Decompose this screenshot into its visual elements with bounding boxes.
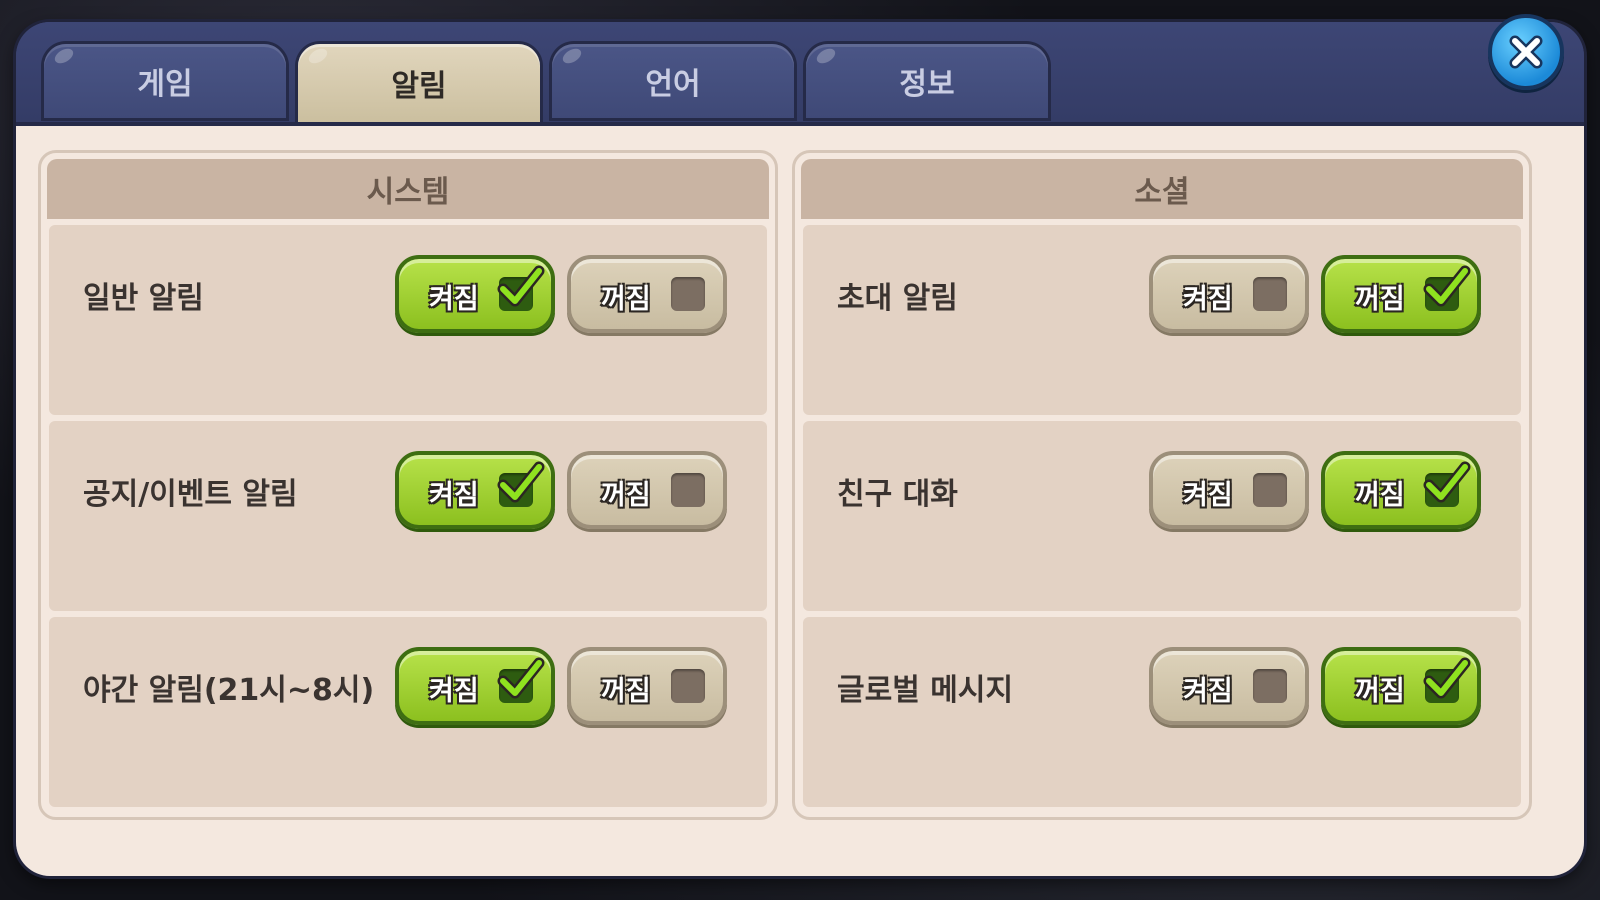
- off-label: 꺼짐: [1355, 480, 1405, 511]
- checkbox-empty: [671, 669, 705, 703]
- on-toggle-button[interactable]: 켜짐: [395, 647, 555, 725]
- on-label: 켜짐: [1183, 676, 1233, 707]
- setting-label: 친구 대화: [837, 477, 958, 512]
- off-toggle-button[interactable]: 꺼짐: [567, 451, 727, 529]
- on-label: 켜짐: [429, 284, 479, 315]
- off-toggle-button[interactable]: 꺼짐: [1321, 647, 1481, 725]
- off-toggle-button[interactable]: 꺼짐: [1321, 451, 1481, 529]
- checkbox-empty: [671, 473, 705, 507]
- setting-row-friend-chat: 친구 대화 켜짐 꺼짐: [803, 421, 1521, 611]
- setting-label: 야간 알림(21시~8시): [83, 673, 375, 708]
- setting-label: 글로벌 메시지: [837, 673, 1014, 708]
- setting-row-general: 일반 알림 켜짐 꺼짐: [49, 225, 767, 415]
- tab-notifications[interactable]: 알림: [298, 44, 540, 122]
- off-label: 꺼짐: [601, 676, 651, 707]
- checkbox-checked: [497, 461, 545, 507]
- setting-label: 공지/이벤트 알림: [83, 477, 298, 512]
- checkbox-empty: [671, 277, 705, 311]
- setting-row-notice-event: 공지/이벤트 알림 켜짐 꺼짐: [49, 421, 767, 611]
- checkbox-empty: [1253, 669, 1287, 703]
- on-toggle-button[interactable]: 켜짐: [395, 451, 555, 529]
- social-panel: 소셜 초대 알림 켜짐 꺼짐 친구 대화 켜짐 꺼짐 글로벌 메시지 켜짐 꺼짐: [792, 150, 1532, 820]
- off-label: 꺼짐: [601, 480, 651, 511]
- checkbox-checked: [1423, 265, 1471, 311]
- setting-label: 초대 알림: [837, 281, 958, 316]
- settings-body: 시스템 일반 알림 켜짐 꺼짐 공지/이벤트 알림 켜짐 꺼짐 야간 알림(21…: [16, 122, 1584, 876]
- checkmark-icon: [1423, 265, 1471, 307]
- checkbox-checked: [1423, 657, 1471, 703]
- checkmark-icon: [497, 265, 545, 307]
- on-toggle-button[interactable]: 켜짐: [1149, 451, 1309, 529]
- checkmark-icon: [497, 461, 545, 503]
- off-toggle-button[interactable]: 꺼짐: [567, 255, 727, 333]
- off-toggle-button[interactable]: 꺼짐: [1321, 255, 1481, 333]
- setting-label: 일반 알림: [83, 281, 204, 316]
- settings-window: 게임 알림 언어 정보 시스템 일반 알림 켜짐 꺼짐 공지/이벤트 알림 켜짐…: [16, 22, 1584, 876]
- on-label: 켜짐: [429, 480, 479, 511]
- on-label: 켜짐: [429, 676, 479, 707]
- tab-language[interactable]: 언어: [552, 44, 794, 118]
- checkmark-icon: [497, 657, 545, 699]
- on-toggle-button[interactable]: 켜짐: [395, 255, 555, 333]
- on-toggle-button[interactable]: 켜짐: [1149, 647, 1309, 725]
- checkbox-checked: [497, 657, 545, 703]
- tab-game[interactable]: 게임: [44, 44, 286, 118]
- off-toggle-button[interactable]: 꺼짐: [567, 647, 727, 725]
- close-button[interactable]: [1488, 14, 1564, 90]
- off-label: 꺼짐: [1355, 676, 1405, 707]
- setting-row-global-message: 글로벌 메시지 켜짐 꺼짐: [803, 617, 1521, 807]
- checkbox-checked: [497, 265, 545, 311]
- checkmark-icon: [1423, 657, 1471, 699]
- checkmark-icon: [1423, 461, 1471, 503]
- on-label: 켜짐: [1183, 284, 1233, 315]
- off-label: 꺼짐: [1355, 284, 1405, 315]
- checkbox-empty: [1253, 277, 1287, 311]
- setting-row-night: 야간 알림(21시~8시) 켜짐 꺼짐: [49, 617, 767, 807]
- off-label: 꺼짐: [601, 284, 651, 315]
- on-toggle-button[interactable]: 켜짐: [1149, 255, 1309, 333]
- checkbox-checked: [1423, 461, 1471, 507]
- on-label: 켜짐: [1183, 480, 1233, 511]
- checkbox-empty: [1253, 473, 1287, 507]
- close-x-icon: [1509, 35, 1543, 69]
- social-panel-title: 소셜: [801, 159, 1523, 219]
- tab-info[interactable]: 정보: [806, 44, 1048, 118]
- system-panel: 시스템 일반 알림 켜짐 꺼짐 공지/이벤트 알림 켜짐 꺼짐 야간 알림(21…: [38, 150, 778, 820]
- system-panel-title: 시스템: [47, 159, 769, 219]
- setting-row-invite: 초대 알림 켜짐 꺼짐: [803, 225, 1521, 415]
- tab-bar: 게임 알림 언어 정보: [16, 22, 1584, 122]
